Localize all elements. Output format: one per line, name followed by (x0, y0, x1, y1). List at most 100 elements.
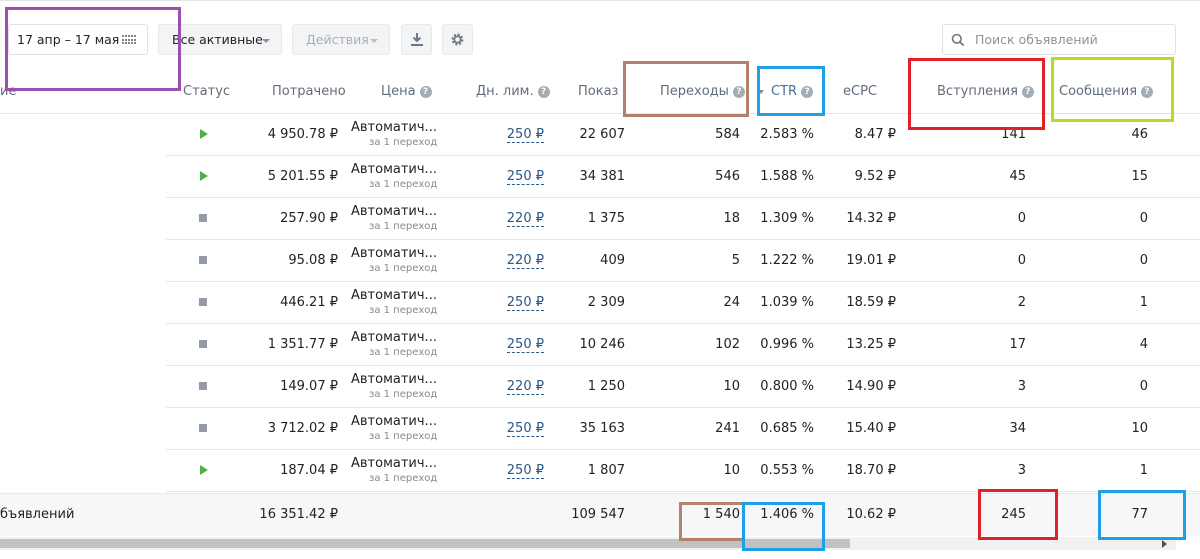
cell-messages: 0 (1139, 211, 1148, 226)
daily-limit-link[interactable]: 220 ₽ (506, 211, 544, 227)
calendar-grid-icon (122, 35, 136, 45)
cell-spent: 5 201.55 ₽ (267, 169, 338, 184)
download-button[interactable] (401, 24, 432, 55)
status-stopped-icon[interactable] (199, 298, 207, 306)
daily-limit-link[interactable]: 250 ₽ (506, 127, 544, 143)
column-header-ctr-label: CTR (771, 84, 798, 99)
cell-joins: 3 (1017, 463, 1026, 478)
cell-ecpc: 18.59 ₽ (846, 295, 896, 310)
status-stopped-icon[interactable] (199, 382, 207, 390)
status-stopped-icon[interactable] (199, 340, 207, 348)
cell-messages: 1 (1139, 463, 1148, 478)
table-row[interactable]: 446.21 ₽ Автоматич... за 1 переход 250 ₽ 2 3… (0, 282, 1200, 324)
cell-joins: 0 (1017, 253, 1026, 268)
cell-ctr: 1.588 % (760, 169, 814, 184)
help-icon[interactable]: ? (419, 86, 432, 98)
column-header-status[interactable]: Статус (183, 84, 230, 99)
status-active-icon[interactable] (200, 171, 208, 181)
status-stopped-icon[interactable] (199, 256, 207, 264)
cell-price-sub: за 1 переход (369, 473, 438, 484)
column-header-daily-limit[interactable]: Дн. лим.? (476, 84, 550, 99)
column-header-clicks[interactable]: Переходы? (660, 84, 745, 99)
cell-price-sub: за 1 переход (369, 305, 438, 316)
column-header-joins[interactable]: Вступления? (937, 84, 1034, 99)
cell-messages: 10 (1131, 421, 1148, 436)
horizontal-scrollbar[interactable] (0, 537, 1176, 550)
cell-impressions: 409 (600, 253, 625, 268)
help-icon[interactable]: ? (732, 86, 745, 98)
cell-price: Автоматич... (351, 162, 437, 177)
daily-limit-link[interactable]: 250 ₽ (506, 295, 544, 311)
status-filter-dropdown[interactable]: Все активные (158, 24, 282, 55)
cell-ctr: 0.685 % (760, 421, 814, 436)
table-row[interactable]: 149.07 ₽ Автоматич... за 1 переход 220 ₽ 1 2… (0, 366, 1200, 408)
daily-limit-link[interactable]: 250 ₽ (506, 421, 544, 437)
cell-joins: 141 (1001, 127, 1026, 142)
status-stopped-icon[interactable] (199, 424, 207, 432)
daily-limit-link[interactable]: 220 ₽ (506, 253, 544, 269)
total-ecpc: 10.62 ₽ (846, 507, 896, 522)
scroll-right-arrow-icon[interactable] (1162, 540, 1167, 548)
cell-price-sub: за 1 переход (369, 347, 438, 358)
table-row[interactable]: 3 712.02 ₽ Автоматич... за 1 переход 250 ₽ 3… (0, 408, 1200, 450)
column-header-name[interactable]: ие (0, 84, 16, 99)
cell-price: Автоматич... (351, 204, 437, 219)
column-header-ecpc[interactable]: eCPC (843, 84, 877, 99)
scrollbar-thumb[interactable] (0, 539, 850, 548)
cell-spent: 187.04 ₽ (280, 463, 338, 478)
cell-clicks: 102 (715, 337, 740, 352)
cell-price: Автоматич... (351, 288, 437, 303)
column-header-ctr[interactable]: CTR? (771, 84, 814, 99)
status-active-icon[interactable] (200, 465, 208, 475)
help-icon[interactable]: ? (1141, 86, 1154, 98)
table-row[interactable]: 257.90 ₽ Автоматич... за 1 переход 220 ₽ 1 3… (0, 198, 1200, 240)
daily-limit-link[interactable]: 220 ₽ (506, 379, 544, 395)
table-row[interactable]: 1 351.77 ₽ Автоматич... за 1 переход 250 ₽ 1… (0, 324, 1200, 366)
column-header-price[interactable]: Цена? (381, 84, 432, 99)
cell-price-sub: за 1 переход (369, 221, 438, 232)
cell-impressions: 34 381 (579, 169, 626, 184)
settings-button[interactable] (442, 24, 473, 55)
cell-spent: 95.08 ₽ (288, 253, 338, 268)
cell-messages: 1 (1139, 295, 1148, 310)
sort-descending-icon (758, 90, 764, 94)
column-header-spent[interactable]: Потрачено (272, 84, 346, 99)
daily-limit-link[interactable]: 250 ₽ (506, 337, 544, 353)
table-row[interactable]: 4 950.78 ₽ Автоматич... за 1 переход 250 ₽ 2… (0, 114, 1200, 156)
cell-price-sub: за 1 переход (369, 389, 438, 400)
cell-clicks: 241 (715, 421, 740, 436)
row-divider (166, 491, 1200, 492)
cell-ecpc: 14.32 ₽ (846, 211, 896, 226)
status-filter-label: Все активные (172, 32, 263, 47)
help-icon[interactable]: ? (1021, 86, 1034, 98)
cell-price-sub: за 1 переход (369, 431, 438, 442)
daily-limit-link[interactable]: 250 ₽ (506, 169, 544, 185)
cell-spent: 4 950.78 ₽ (267, 127, 338, 142)
cell-ecpc: 9.52 ₽ (854, 169, 896, 184)
cell-price: Автоматич... (351, 456, 437, 471)
cell-ecpc: 14.90 ₽ (846, 379, 896, 394)
table-row[interactable]: 187.04 ₽ Автоматич... за 1 переход 250 ₽ 1 8… (0, 450, 1200, 492)
search-box[interactable] (942, 24, 1176, 55)
column-header-impressions[interactable]: Показ (578, 84, 618, 99)
total-label: бъявлений (0, 507, 75, 522)
help-icon[interactable]: ? (537, 86, 550, 98)
column-header-messages[interactable]: Сообщения? (1059, 84, 1154, 99)
cell-impressions: 22 607 (579, 127, 626, 142)
search-input[interactable] (973, 31, 1167, 48)
column-header-price-label: Цена (381, 84, 416, 99)
daily-limit-link[interactable]: 250 ₽ (506, 463, 544, 479)
cell-joins: 17 (1009, 337, 1026, 352)
actions-dropdown[interactable]: Действия (292, 24, 390, 55)
date-range-picker[interactable]: 17 апр – 17 мая (8, 24, 148, 55)
cell-clicks: 5 (731, 253, 740, 268)
cell-price: Автоматич... (351, 414, 437, 429)
cell-impressions: 10 246 (579, 337, 626, 352)
status-stopped-icon[interactable] (199, 214, 207, 222)
table-row[interactable]: 5 201.55 ₽ Автоматич... за 1 переход 250 ₽ 3… (0, 156, 1200, 198)
cell-messages: 4 (1139, 337, 1148, 352)
cell-joins: 0 (1017, 211, 1026, 226)
help-icon[interactable]: ? (801, 86, 814, 98)
status-active-icon[interactable] (200, 129, 208, 139)
table-row[interactable]: 95.08 ₽ Автоматич... за 1 переход 220 ₽ 409 5… (0, 240, 1200, 282)
